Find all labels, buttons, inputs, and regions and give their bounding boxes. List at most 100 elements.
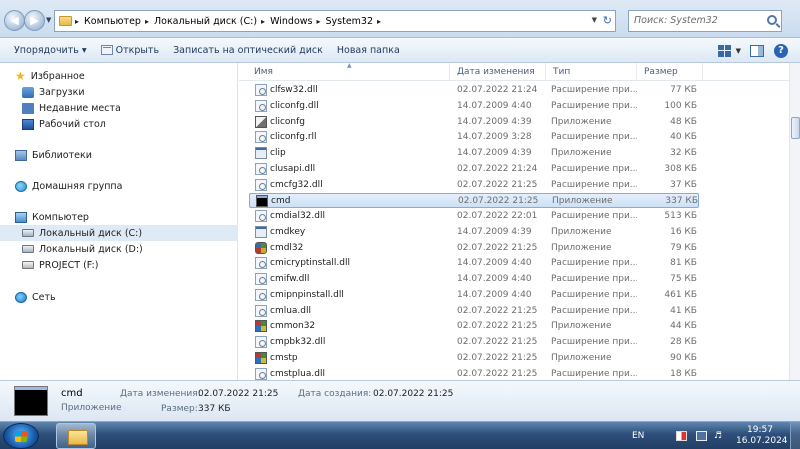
new-folder-button[interactable]: Новая папка [330, 38, 407, 62]
back-arrow-icon[interactable]: ◀ [4, 10, 25, 31]
details-file-type: Приложение [61, 403, 122, 413]
computer-icon [15, 211, 27, 223]
chevron-right-icon[interactable]: ▸ [261, 17, 265, 26]
chevron-right-icon[interactable]: ▸ [145, 17, 149, 26]
file-row[interactable]: cmmon32 02.07.2022 21:25 Приложение 44 КБ [249, 319, 699, 334]
downloads-icon [22, 86, 34, 98]
start-button[interactable] [3, 423, 39, 449]
burn-button[interactable]: Записать на оптический диск [166, 38, 330, 62]
file-row[interactable]: clip 14.07.2009 4:39 Приложение 32 КБ [249, 146, 699, 161]
vertical-scrollbar[interactable] [789, 63, 800, 380]
file-row[interactable]: cmcfg32.dll 02.07.2022 21:25 Расширение пр… [249, 178, 699, 193]
search-input[interactable]: Поиск: System32 [628, 10, 782, 32]
file-date: 02.07.2022 21:25 [457, 337, 538, 347]
nav-computer[interactable]: Компьютер [0, 209, 238, 225]
file-row[interactable]: cmdl32 02.07.2022 21:25 Приложение 79 КБ [249, 241, 699, 256]
file-row[interactable]: cliconfg.rll 14.07.2009 3:28 Расширение пр… [249, 130, 699, 145]
nav-downloads[interactable]: Загрузки [0, 84, 238, 100]
chevron-right-icon[interactable]: ▸ [316, 17, 320, 26]
open-button[interactable]: Открыть [94, 38, 166, 62]
nav-favorites[interactable]: ★ Избранное [0, 68, 238, 84]
file-row[interactable]: cmdial32.dll 02.07.2022 22:01 Расширение п… [249, 209, 699, 224]
taskbar-explorer-button[interactable] [56, 423, 96, 449]
dll-icon [255, 367, 267, 380]
column-name[interactable]: Имя [247, 63, 450, 81]
file-size: 90 КБ [670, 352, 697, 363]
help-icon[interactable]: ? [774, 43, 788, 58]
nav-drive-f[interactable]: PROJECT (F:) [0, 257, 238, 273]
refresh-icon[interactable]: ↻ [603, 14, 612, 27]
breadcrumb[interactable]: ▸ Компьютер ▸ Локальный диск (C:) ▸ Wind… [54, 10, 616, 32]
file-row[interactable]: cmifw.dll 14.07.2009 4:40 Расширение при..… [249, 272, 699, 287]
breadcrumb-drive-c[interactable]: Локальный диск (C:) [154, 16, 257, 27]
file-name: clfsw32.dll [270, 85, 318, 95]
action-center-flag-icon[interactable] [676, 431, 687, 441]
change-view-icon[interactable] [717, 44, 732, 57]
nav-drive-c[interactable]: Локальный диск (C:) [0, 225, 238, 241]
nav-libraries[interactable]: Библиотеки [0, 147, 238, 163]
show-desktop-button[interactable] [790, 422, 800, 449]
file-row[interactable]: cmdkey 14.07.2009 4:39 Приложение 16 КБ [249, 225, 699, 240]
address-dropdown-icon[interactable]: ▼ [592, 16, 597, 24]
nav-desktop-label: Рабочий стол [39, 118, 106, 130]
file-size: 41 КБ [670, 305, 697, 316]
language-indicator[interactable]: EN [632, 431, 644, 441]
preview-pane-icon[interactable] [750, 44, 764, 57]
file-date: 14.07.2009 4:40 [457, 100, 532, 111]
clock[interactable]: 19:57 16.07.2024 [736, 425, 788, 447]
scrollbar-thumb[interactable] [791, 117, 800, 139]
breadcrumb-system32[interactable]: System32 [326, 16, 374, 27]
details-size-label: Размер: [161, 404, 198, 414]
file-size: 77 КБ [670, 85, 697, 95]
open-window-icon [100, 45, 113, 55]
file-row[interactable]: clfsw32.dll 02.07.2022 21:24 Расширение пр… [249, 83, 699, 98]
nav-recent[interactable]: Недавние места [0, 100, 238, 116]
nav-homegroup[interactable]: Домашняя группа [0, 178, 238, 194]
organize-button[interactable]: Упорядочить ▾ [0, 38, 94, 62]
file-date: 02.07.2022 21:25 [457, 179, 538, 190]
clock-time: 19:57 [747, 425, 773, 435]
column-date[interactable]: Дата изменения [450, 63, 546, 81]
file-type: Расширение при... [551, 274, 637, 284]
dll-icon [255, 304, 267, 317]
file-size: 44 КБ [670, 321, 697, 332]
file-row[interactable]: cmicryptinstall.dll 14.07.2009 4:40 Расшир… [249, 256, 699, 271]
file-date: 02.07.2022 22:01 [457, 211, 538, 221]
history-dropdown-icon[interactable]: ▼ [46, 16, 51, 24]
file-type: Приложение [551, 148, 612, 158]
nav-desktop[interactable]: Рабочий стол [0, 116, 238, 132]
chevron-right-icon[interactable]: ▸ [377, 17, 381, 26]
column-type[interactable]: Тип [546, 63, 637, 81]
search-icon[interactable] [767, 15, 777, 25]
volume-icon[interactable]: ♬ [714, 431, 725, 441]
file-row[interactable]: cmlua.dll 02.07.2022 21:25 Расширение при.… [249, 304, 699, 319]
file-row[interactable]: cliconfg 14.07.2009 4:39 Приложение 48 КБ [249, 115, 699, 130]
file-row[interactable]: cmipnpinstall.dll 14.07.2009 4:40 Расширен… [249, 288, 699, 303]
breadcrumb-windows[interactable]: Windows [270, 16, 312, 27]
file-row[interactable]: cmd 02.07.2022 21:25 Приложение 337 КБ [249, 193, 699, 209]
nav-network[interactable]: Сеть [0, 289, 238, 305]
file-type: Расширение при... [551, 132, 637, 143]
nav-drive-d[interactable]: Локальный диск (D:) [0, 241, 238, 257]
column-size[interactable]: Размер [637, 63, 703, 81]
network-tray-icon[interactable] [696, 431, 707, 441]
file-name: cliconfg [270, 116, 305, 127]
file-name: cmdial32.dll [270, 211, 325, 221]
clock-date: 16.07.2024 [736, 436, 788, 446]
breadcrumb-computer[interactable]: Компьютер [84, 16, 141, 27]
dvd-drive-icon [22, 261, 34, 269]
file-type: Расширение при... [551, 163, 637, 174]
file-row[interactable]: cmstp 02.07.2022 21:25 Приложение 90 КБ [249, 351, 699, 366]
file-size: 32 КБ [670, 148, 697, 158]
file-row[interactable]: cmpbk32.dll 02.07.2022 21:25 Расширение пр… [249, 335, 699, 350]
file-type: Расширение при... [551, 85, 637, 95]
file-row[interactable]: cliconfg.dll 14.07.2009 4:40 Расширение пр… [249, 99, 699, 114]
file-type: Расширение при... [551, 211, 637, 221]
view-dropdown-icon[interactable]: ▼ [736, 47, 741, 55]
file-row[interactable]: cmstplua.dll 02.07.2022 21:25 Расширение п… [249, 367, 699, 381]
file-size: 18 КБ [670, 368, 697, 379]
file-name: cmifw.dll [270, 274, 310, 284]
file-row[interactable]: clusapi.dll 02.07.2022 21:24 Расширение пр… [249, 162, 699, 177]
forward-arrow-icon[interactable]: ▶ [24, 10, 45, 31]
chevron-right-icon[interactable]: ▸ [75, 17, 79, 26]
